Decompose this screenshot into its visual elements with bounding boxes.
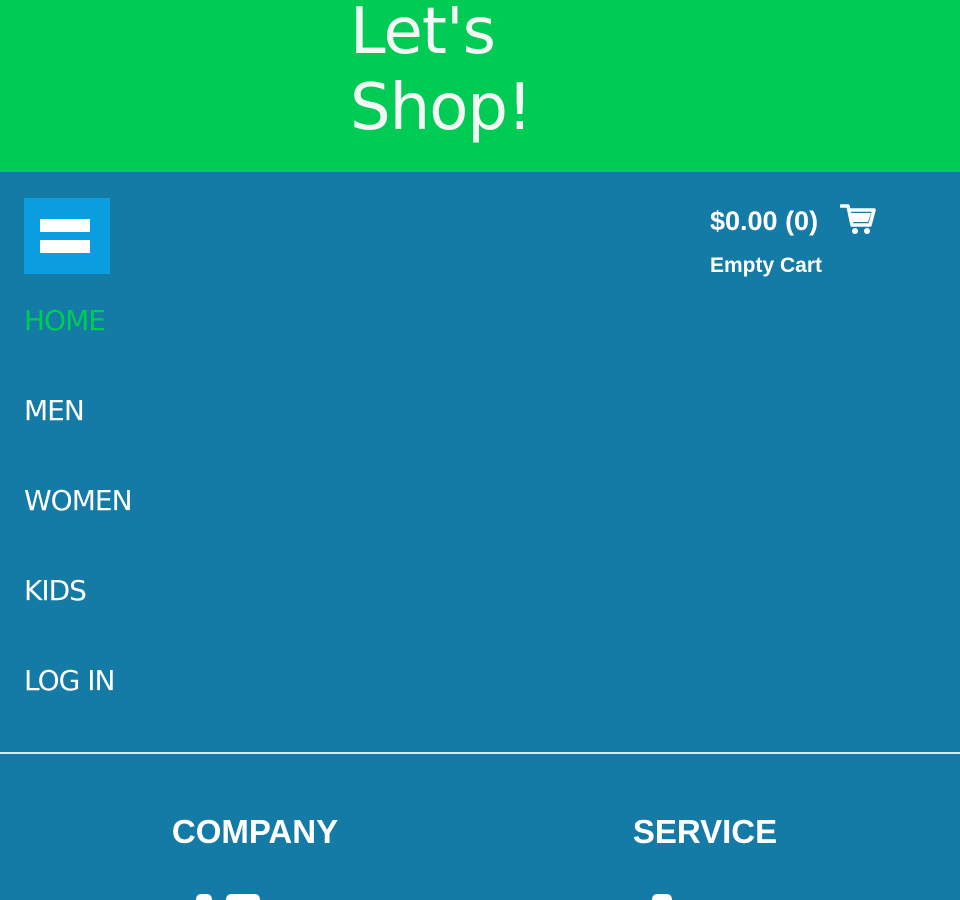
cart-widget[interactable]: $0.00 (0) Empty Cart: [710, 200, 910, 280]
footer-column-company: COMPANY: [105, 812, 405, 852]
footer-heading-service: SERVICE: [632, 813, 778, 850]
nav-item-home: HOME: [24, 300, 132, 390]
footer-link-cutoff[interactable]: [226, 894, 260, 900]
nav-item-men: MEN: [24, 390, 132, 480]
nav-link-home[interactable]: HOME: [24, 300, 106, 342]
shopping-cart-icon[interactable]: [840, 200, 876, 236]
hamburger-menu-icon-bar: [40, 240, 90, 253]
nav-item-log-in: LOG IN: [24, 660, 132, 750]
nav-link-women[interactable]: WOMEN: [24, 480, 133, 522]
site-title[interactable]: Let's Shop!: [350, 0, 570, 146]
hamburger-menu-icon: [40, 219, 90, 232]
site-header: Let's Shop!: [0, 0, 960, 172]
nav-link-kids[interactable]: KIDS: [24, 570, 87, 612]
main-navigation: $0.00 (0) Empty Cart HOME MEN WOMEN KIDS…: [0, 172, 960, 752]
nav-item-kids: KIDS: [24, 570, 132, 660]
site-footer: COMPANY SERVICE: [0, 754, 960, 900]
nav-menu-list: HOME MEN WOMEN KIDS LOG IN: [24, 300, 133, 750]
cart-total[interactable]: $0.00 (0): [710, 206, 818, 237]
footer-column-service: SERVICE: [555, 812, 855, 852]
cart-status[interactable]: Empty Cart: [710, 254, 822, 278]
nav-link-men[interactable]: MEN: [24, 390, 85, 432]
menu-toggle-button[interactable]: [24, 198, 110, 274]
footer-link-cutoff[interactable]: [652, 894, 672, 900]
footer-link-cutoff[interactable]: [196, 894, 212, 900]
nav-item-women: WOMEN: [24, 480, 133, 570]
footer-heading-company: COMPANY: [171, 813, 339, 850]
nav-link-log-in[interactable]: LOG IN: [24, 660, 115, 702]
